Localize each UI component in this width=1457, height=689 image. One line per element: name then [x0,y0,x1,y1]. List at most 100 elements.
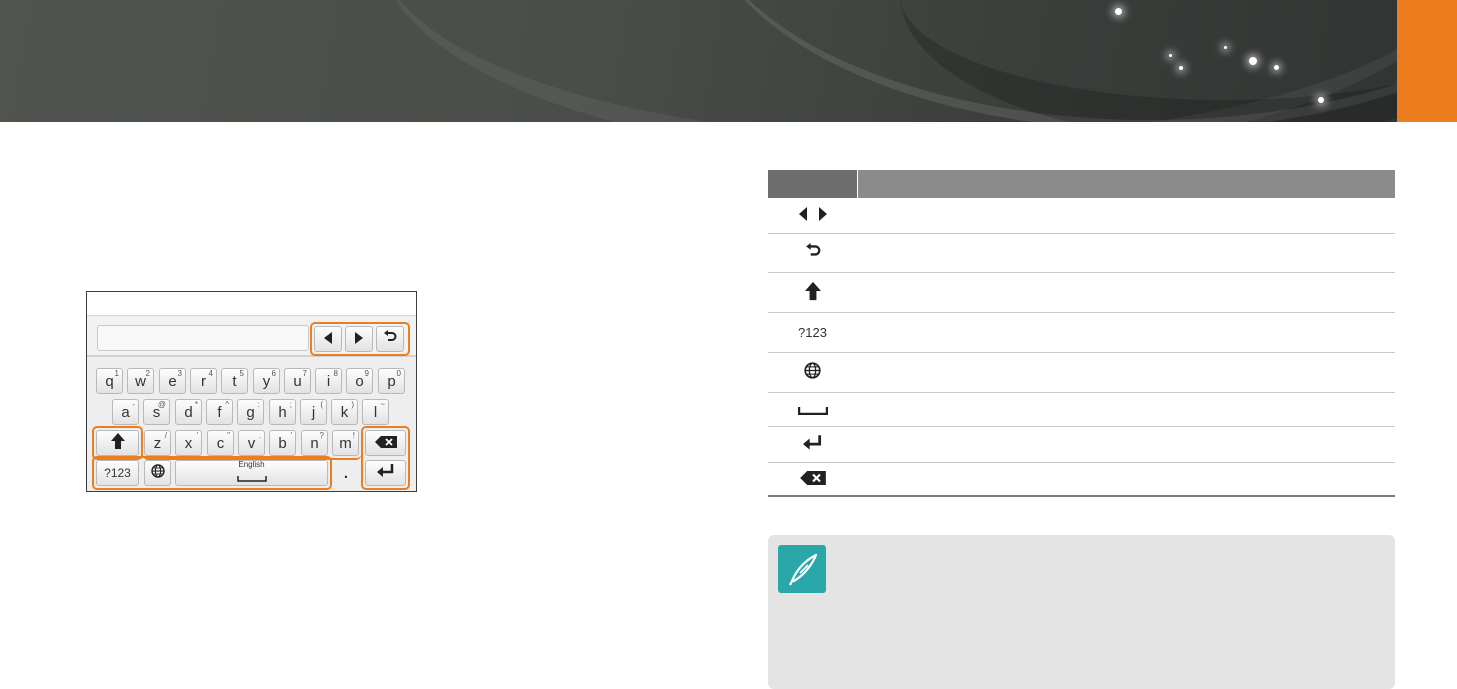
letter-key-i[interactable]: i8 [315,368,342,394]
key-label: t [232,372,237,390]
banner-sparkle [1274,65,1279,70]
letter-key-w[interactable]: w2 [127,368,154,394]
letter-key-q[interactable]: q1 [96,368,123,394]
letter-key-o[interactable]: o9 [346,368,373,394]
table-icon-cell [768,463,857,495]
key-label: o [355,372,364,390]
key-label: q [105,372,114,390]
banner-sparkle [1224,46,1227,49]
letter-key-k[interactable]: k) [331,399,358,425]
key-label: i [326,372,331,390]
key-secondary-label: 1 [114,369,119,378]
letter-key-y[interactable]: y6 [253,368,280,394]
globe-icon [804,362,821,383]
space-bar-icon [797,400,828,419]
note-box [768,535,1395,689]
table-header-description-column [858,170,1395,198]
table-icon-cell [768,273,857,312]
letter-key-p[interactable]: p0 [378,368,405,394]
text-input-field[interactable] [97,325,309,351]
table-row [768,234,1395,273]
key-label: j [311,403,316,421]
key-label: r [201,372,206,390]
key-secondary-label: ~ [380,400,385,409]
letter-key-s[interactable]: s @ [143,399,170,425]
key-icon-table: ?123 [768,170,1395,497]
table-icon-cell [768,198,857,233]
banner-sparkle [1115,8,1122,15]
key-label: w [135,372,146,390]
letter-key-h[interactable]: h; [269,399,296,425]
table-row: ?123 [768,313,1395,353]
highlight-letter-row [143,426,361,460]
undo-icon [805,243,821,263]
key-secondary-label: 3 [177,369,182,378]
table-icon-cell [768,353,857,392]
period-key[interactable]: . [332,460,360,486]
banner-sparkle [1318,97,1324,103]
key-label: k [340,403,349,421]
key-label: y [262,372,271,390]
enter-icon [802,434,823,455]
period-key-label: . [343,464,349,482]
table-header-icon-column [768,170,857,198]
table-row [768,198,1395,234]
letter-key-f[interactable]: f ^ [206,399,233,425]
table-row [768,427,1395,463]
table-icon-cell [768,234,857,272]
key-label: l [373,403,378,421]
number-symbol-text: ?123 [798,325,827,340]
key-label: g [246,403,255,421]
key-secondary-label: 5 [239,369,244,378]
key-label: a [121,403,130,421]
letter-key-r[interactable]: r4 [190,368,217,394]
page: ?123 English . q 1 w 2 e 3 r 4 t 5 y 6 u 7 i 8 o 9 p 0 a - s @ d… [0,0,1457,689]
key-secondary-label: 7 [302,369,307,378]
key-secondary-label: - [132,400,135,409]
table-icon-cell [768,427,857,462]
key-secondary-label: 2 [145,369,150,378]
key-secondary-label: : [257,400,260,409]
header-banner [0,0,1457,122]
key-secondary-label: 9 [364,369,369,378]
banner-sparkle [1179,66,1183,70]
letter-key-a[interactable]: a- [112,399,139,425]
letter-key-l[interactable]: l ~ [362,399,389,425]
table-row [768,393,1395,427]
highlight-bottom-left-keys [92,456,332,490]
highlight-shift-key [92,426,143,460]
key-label: p [387,372,396,390]
table-row [768,353,1395,393]
letter-key-t[interactable]: t5 [221,368,248,394]
key-label: e [168,372,177,390]
key-secondary-label: 8 [333,369,338,378]
letter-key-g[interactable]: g: [237,399,264,425]
highlight-right-keys [361,426,410,490]
backspace-icon [799,470,826,489]
letter-key-d[interactable]: d * [175,399,202,425]
key-label: f [217,403,222,421]
letter-key-j[interactable]: j( [300,399,327,425]
key-label: u [293,372,302,390]
cursor-arrows-icon [797,206,829,225]
key-secondary-label: @ [157,400,166,409]
pen-note-icon [778,545,826,593]
chapter-tab [1397,0,1457,122]
banner-sparkle [1249,57,1257,65]
highlight-cursor-keys [310,322,410,356]
table-row [768,463,1395,497]
key-label: d [184,403,193,421]
key-secondary-label: ; [289,400,292,409]
shift-arrow-icon [804,281,821,305]
key-secondary-label: ( [320,400,323,409]
key-label: h [278,403,287,421]
letter-key-u[interactable]: u7 [284,368,311,394]
keyboard-title-strip [87,292,416,316]
key-secondary-label: * [194,400,198,409]
letter-key-e[interactable]: e3 [159,368,186,394]
key-secondary-label: 0 [396,369,401,378]
table-row [768,273,1395,313]
key-secondary-label: 6 [271,369,276,378]
key-secondary-label: 4 [208,369,213,378]
table-header [768,170,1395,198]
